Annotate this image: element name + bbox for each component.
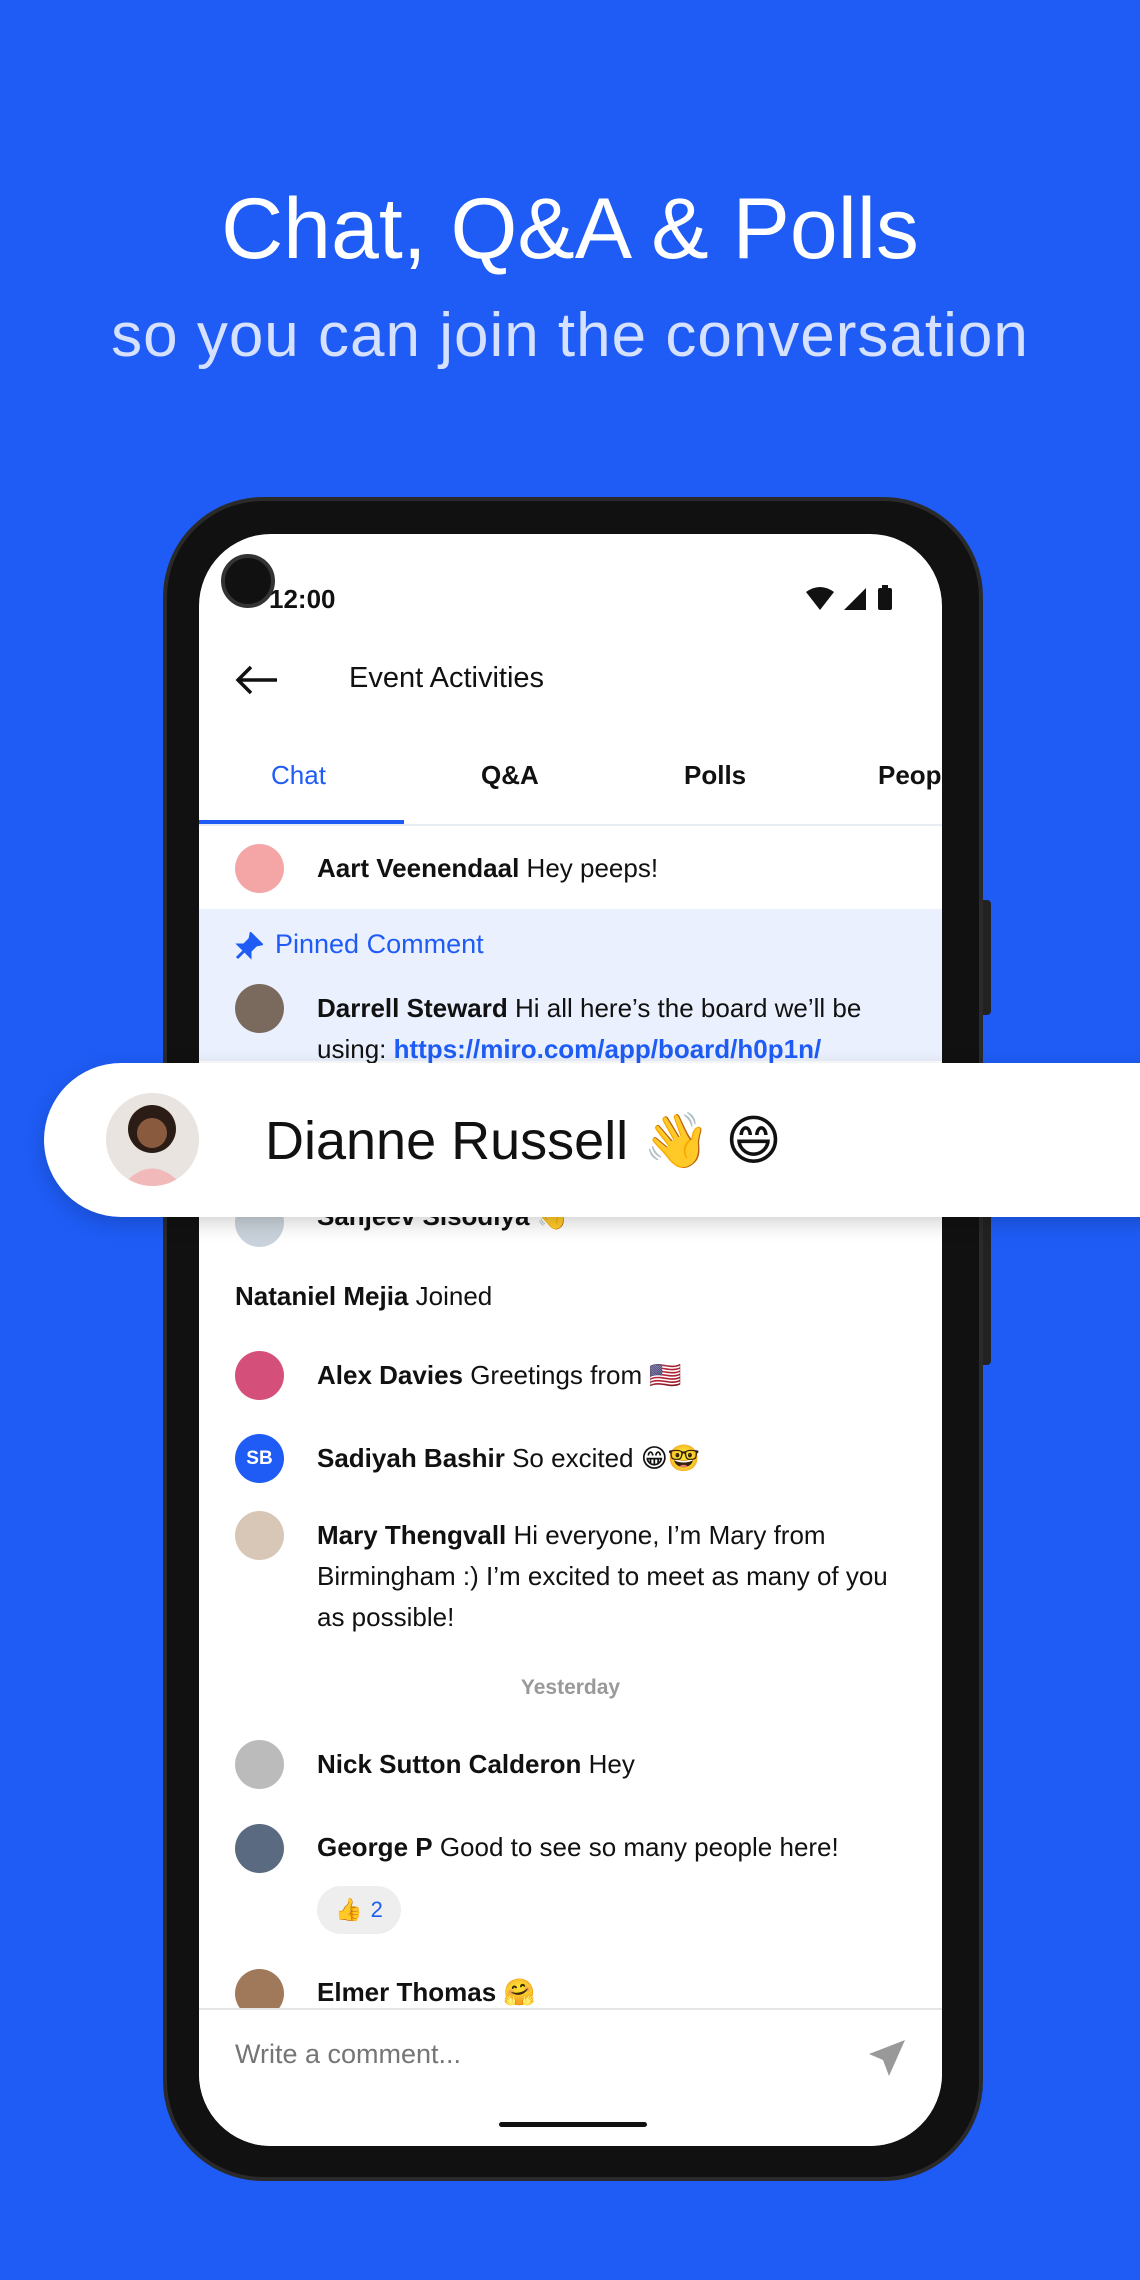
avatar [106, 1093, 199, 1186]
active-tab-indicator [199, 820, 404, 824]
camera-icon [221, 554, 275, 608]
join-notice: Nataniel Mejia Joined [235, 1281, 493, 1311]
chat-message: Darrell Steward Hi all here’s the board … [317, 993, 862, 1064]
pin-icon [235, 932, 263, 960]
chat-message: Nick Sutton Calderon Hey [317, 1749, 635, 1779]
chat-message: Mary Thengvall Hi everyone, I’m Mary fro… [317, 1520, 888, 1632]
avatar [235, 844, 284, 893]
tab-polls[interactable]: Polls [684, 760, 746, 791]
thumbs-up-reaction[interactable]: 👍 2 [317, 1886, 401, 1934]
status-time: 12:00 [269, 584, 336, 614]
signal-icon [844, 588, 866, 610]
phone-screen: 12:00 Event Activities Chat Q&A Polls Pe… [199, 534, 942, 2146]
status-icons [806, 585, 892, 610]
tab-qa[interactable]: Q&A [481, 760, 539, 791]
composer-divider [199, 2008, 942, 2010]
tab-divider [199, 824, 942, 826]
chat-message: Sadiyah Bashir So excited 😁🤓 [317, 1443, 701, 1473]
avatar [235, 984, 284, 1033]
send-icon[interactable] [867, 2038, 907, 2078]
home-indicator [499, 2122, 647, 2127]
join-banner: Dianne Russell 👋 😄 [44, 1063, 1140, 1217]
avatar [235, 1824, 284, 1873]
reaction-count: 2 [370, 1897, 383, 1922]
avatar [235, 1511, 284, 1560]
chat-message: Alex Davies Greetings from 🇺🇸 [317, 1360, 682, 1390]
comment-input[interactable] [235, 2039, 795, 2070]
thumbs-up-icon: 👍 [335, 1897, 363, 1922]
avatar-image [106, 1093, 199, 1186]
date-divider: Yesterday [520, 1676, 621, 1699]
board-link[interactable]: https://miro.com/app/board/h0p1n/ [394, 1034, 822, 1064]
chat-message: Aart Veenendaal Hey peeps! [317, 853, 659, 883]
tab-chat[interactable]: Chat [271, 760, 326, 791]
hero-subtitle: so you can join the conversation [111, 301, 1029, 370]
chat-message: George P Good to see so many people here… [317, 1832, 839, 1862]
hero-title: Chat, Q&A & Polls [221, 181, 919, 277]
header-title: Event Activities [349, 662, 545, 694]
power-button [983, 900, 991, 1015]
avatar-initials: SB [235, 1434, 284, 1483]
back-arrow-icon[interactable] [235, 664, 279, 696]
avatar [235, 1351, 284, 1400]
chat-message: Elmer Thomas 🤗 [317, 1977, 536, 2007]
tab-people[interactable]: Peop [878, 760, 942, 791]
wifi-icon [806, 587, 834, 610]
banner-text: Dianne Russell 👋 😄 [265, 1111, 782, 1171]
battery-icon [878, 588, 892, 610]
avatar [235, 1740, 284, 1789]
pinned-label: Pinned Comment [275, 929, 484, 959]
